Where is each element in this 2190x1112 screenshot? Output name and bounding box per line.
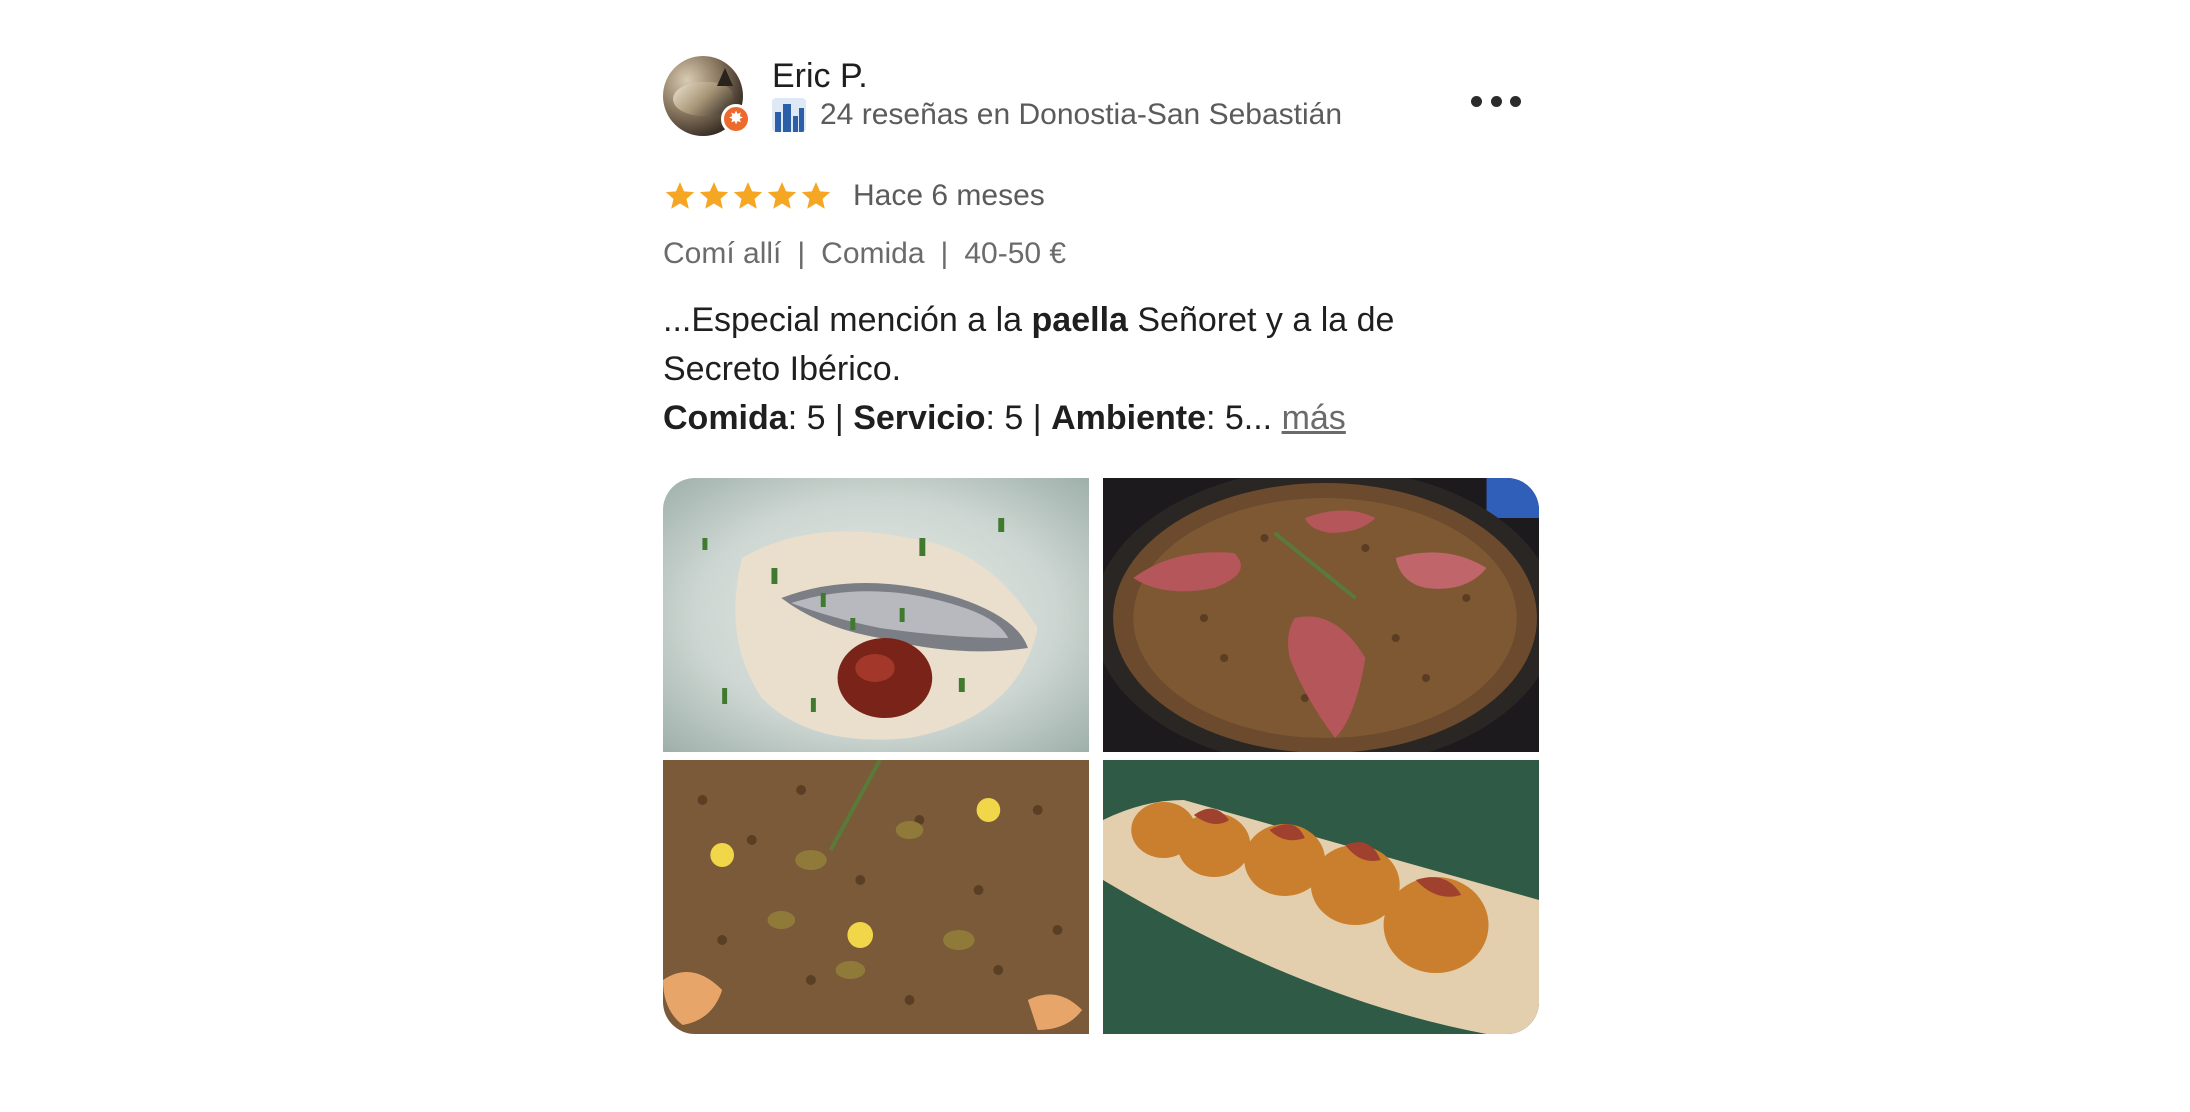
more-options-icon[interactable] [1471,86,1521,116]
review-text-line: Secreto Ibérico. [663,350,902,388]
user-name[interactable]: Eric P. [772,56,868,96]
review-text: ...Especial mención a la paella Señoret … [663,296,1529,443]
review-text-highlight: paella [1031,301,1128,339]
user-avatar[interactable]: ✸ [663,56,751,136]
star-icon [699,182,729,209]
score-value-service: : 5 | [985,399,1052,437]
star-icon [801,182,831,209]
tag-separator: | [797,237,806,270]
review-tag: Comida [821,237,925,270]
star-rating [663,179,833,213]
review-tag: 40-50 € [964,237,1067,270]
read-more-link[interactable]: más [1282,399,1346,437]
score-value-ambience: : 5... [1205,399,1282,437]
photo-anchovy-toast[interactable] [663,478,1089,752]
star-icon [733,182,763,209]
photo-paella-seafood[interactable] [663,760,1089,1034]
review-text-part: ...Especial mención a la [663,301,1032,339]
review-tags: Comí allí | Comida | 40-50 € [663,234,1066,274]
rating-row: Hace 6 meses [663,176,1045,216]
star-icon [767,182,797,209]
photo-paella-iberico[interactable] [1103,478,1539,752]
score-label-food: Comida [663,399,788,437]
photo-croquetas[interactable] [1103,760,1539,1034]
city-skyline-icon [772,98,806,132]
user-meta: 24 reseñas en Donostia-San Sebastián [772,96,1342,134]
score-label-service: Servicio [853,399,986,437]
tag-separator: | [940,237,949,270]
review-tag: Comí allí [663,237,782,270]
review-text-part: Señoret y a la de [1127,301,1395,339]
elite-badge-icon: ✸ [721,104,751,134]
star-icon [665,182,695,209]
review-card: ✸ Eric P. 24 reseñas en Donostia-San Seb… [663,56,1539,1036]
score-value-food: : 5 | [787,399,854,437]
score-label-ambience: Ambiente [1051,399,1206,437]
photo-grid [663,478,1539,1034]
user-review-count: 24 reseñas en Donostia-San Sebastián [820,98,1343,131]
review-date: Hace 6 meses [853,179,1045,212]
